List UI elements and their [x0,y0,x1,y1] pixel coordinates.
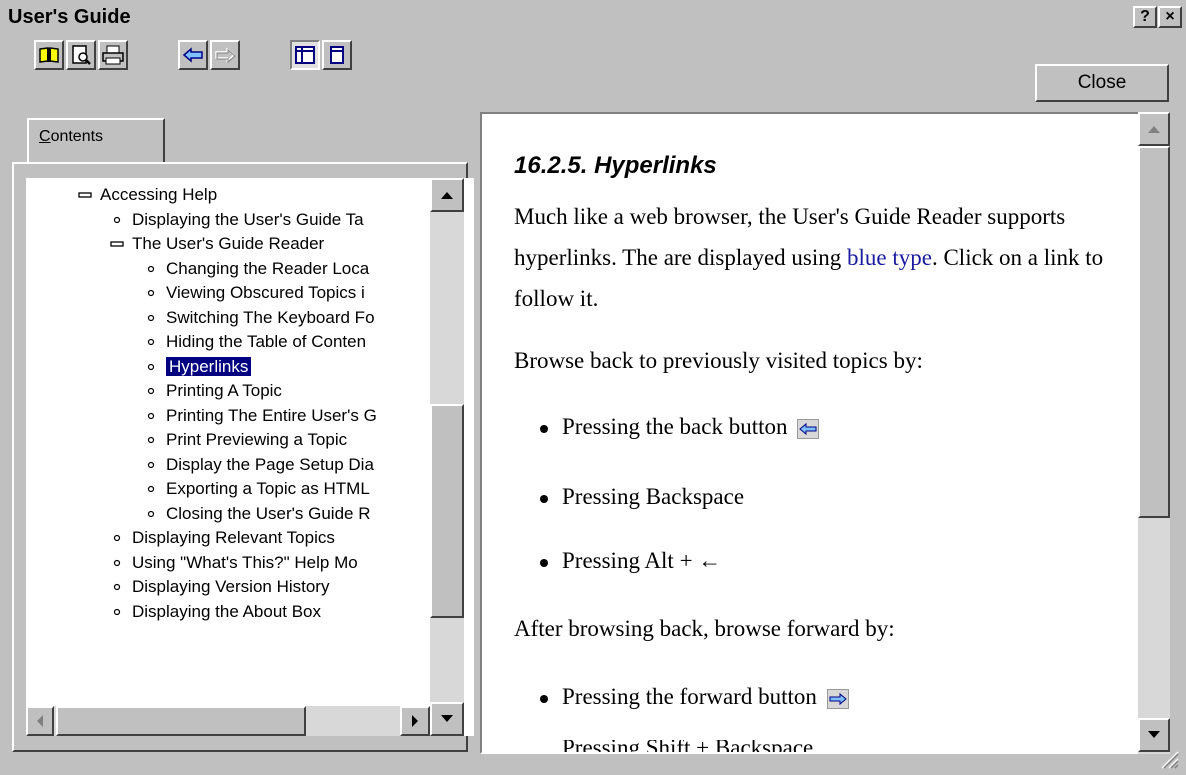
tree-item[interactable]: Displaying Version History [110,576,329,600]
scroll-down-icon[interactable] [1138,718,1170,752]
tree-item[interactable]: The User's Guide Reader [110,233,324,257]
tree-item-label: Print Previewing a Topic [166,430,348,449]
topic-scroll-thumb[interactable] [1138,146,1170,518]
tree-item-label: Hyperlinks [166,356,252,376]
tab-contents[interactable]: Contents [27,118,165,162]
list-item: Pressing Alt + ← [540,548,721,574]
tree-item-label: Hiding the Table of Conten [166,332,367,351]
window-title: User's Guide [8,6,131,28]
tree-item[interactable]: Printing A Topic [144,380,282,404]
book-icon[interactable] [34,40,64,70]
tree-item-label: Using "What's This?" Help Mo [132,552,358,572]
list-item-text: Pressing Shift + Backspace [562,740,813,752]
print-preview-icon[interactable] [66,40,96,70]
tree-item-label: Displaying Version History [132,577,330,596]
tree-item[interactable]: Changing the Reader Loca [144,258,369,282]
scroll-up-icon[interactable] [1138,112,1170,146]
tree-item-label: The User's Guide Reader [132,234,325,253]
close-button[interactable]: Close [1035,64,1169,102]
tree-item-label: Switching The Keyboard Fo [166,307,375,327]
topic-vertical-scrollbar[interactable] [1138,112,1170,754]
tree-items: Accessing Help Displaying the User's Guid… [30,178,430,718]
topic-bullet-icon [144,356,158,378]
topic-bullet-icon [110,576,124,598]
tree-item-label: Exporting a Topic as HTML [166,479,370,498]
tree-item-label: Printing A Topic [166,381,282,400]
forward-arrow-icon [826,688,849,709]
tree-item[interactable]: Print Previewing a Topic [144,429,347,453]
topic-bullet-icon [110,601,124,623]
scroll-left-icon[interactable] [26,706,54,736]
topic-bullet-icon [110,552,124,574]
collapse-icon[interactable] [110,233,124,255]
back-arrow-icon[interactable] [178,40,208,70]
window-close-button[interactable]: × [1158,6,1182,28]
tree-scroll-thumb[interactable] [430,404,464,618]
topic-bullet-icon [144,478,158,500]
list-item-text: Pressing the back button [562,414,788,439]
topic-heading: 16.2.5. Hyperlinks [514,152,717,179]
tree-item[interactable]: Printing The Entire User's G [144,405,377,429]
topic-bullet-icon [110,209,124,231]
tree-item[interactable]: Displaying Relevant Topics [110,527,335,551]
tree-item-label: Displaying the About Box [132,601,322,621]
topic-bullet-icon [144,258,158,280]
back-arrow-icon [797,418,820,439]
topic-bullet-icon [144,380,158,402]
two-pane-icon[interactable] [290,40,320,70]
tree-item-label: Displaying the User's Guide Ta [132,209,364,229]
tree-item[interactable]: Viewing Obscured Topics i [144,282,365,306]
tree-item[interactable]: Display the Page Setup Dia [144,454,374,478]
list-item-text: Pressing the forward button [562,684,817,709]
tab-contents-mnemonic: C [39,128,51,145]
topic-bullet-icon [144,282,158,304]
list-item-text: Pressing Alt + ← [562,548,722,573]
tree-hscroll-thumb[interactable] [56,706,306,736]
tree-item-label: Viewing Obscured Topics i [166,283,365,302]
topic-bullet-icon [144,429,158,451]
topic-bullet-icon [110,527,124,549]
topic-bullet-icon [144,454,158,476]
topic-paragraph-1: Much like a web browser, the User's Guid… [514,196,1114,319]
tree-vertical-scrollbar[interactable] [430,178,464,736]
list-item-partial: Pressing Shift + Backspace [540,740,813,752]
resize-grip-icon[interactable] [1158,748,1180,770]
one-pane-icon[interactable] [322,40,352,70]
topic-bullet-icon [144,307,158,329]
tree-item[interactable]: Hyperlinks [144,356,252,380]
scroll-down-icon[interactable] [430,702,464,736]
tab-contents-label: ontents [50,128,104,145]
tree-item-label: Displaying Relevant Topics [132,528,335,547]
list-item: Pressing Backspace [540,484,744,510]
help-button[interactable]: ? [1133,6,1157,28]
forward-arrow-icon[interactable] [210,40,240,70]
blue-type-link[interactable]: blue type [847,245,932,270]
topic-bullet-icon [144,331,158,353]
list-item-text: Pressing Backspace [562,484,745,509]
tree-item[interactable]: Accessing Help [78,184,217,208]
tree-item[interactable]: Switching The Keyboard Fo [144,307,375,331]
tree-item[interactable]: Closing the User's Guide R [144,503,371,527]
tree-horizontal-scrollbar[interactable] [26,706,430,736]
tree-item[interactable]: Exporting a Topic as HTML [144,478,370,502]
topic-bullet-icon [144,405,158,427]
list-item: Pressing the back button [540,414,820,440]
tree-item[interactable]: Displaying the About Box [110,601,321,625]
tree-item-label: Accessing Help [100,185,218,204]
tree-item-label: Closing the User's Guide R [166,503,371,523]
tree-item[interactable]: Hiding the Table of Conten [144,331,366,355]
tree-item-label: Display the Page Setup Dia [166,454,374,474]
topic-bullet-icon [144,503,158,525]
scroll-right-icon[interactable] [400,706,430,736]
scroll-up-icon[interactable] [430,178,464,212]
topic-paragraph-3: After browsing back, browse forward by: [514,616,895,641]
topic-paragraph-2: Browse back to previously visited topics… [514,348,923,373]
list-item: Pressing the forward button [540,684,849,710]
print-icon[interactable] [98,40,128,70]
tree-item-label: Printing The Entire User's G [166,405,377,425]
collapse-icon[interactable] [78,184,92,206]
tree-item-label: Changing the Reader Loca [166,258,370,278]
tree-item[interactable]: Displaying the User's Guide Ta [110,209,364,233]
tree-item[interactable]: Using "What's This?" Help Mo [110,552,358,576]
